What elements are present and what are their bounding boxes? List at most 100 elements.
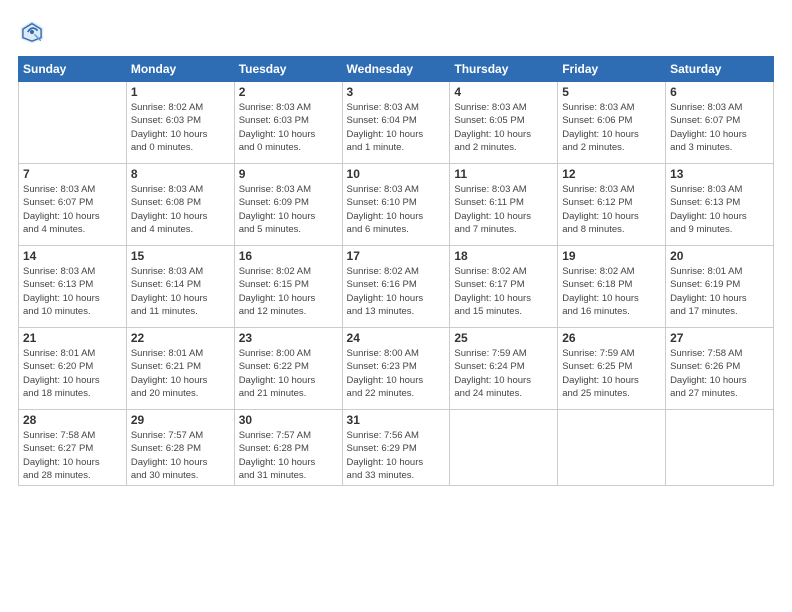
cell-info: Sunrise: 8:03 AMSunset: 6:03 PMDaylight:… — [239, 101, 338, 154]
cell-info: Sunrise: 7:59 AMSunset: 6:25 PMDaylight:… — [562, 347, 661, 400]
day-number: 8 — [131, 167, 230, 181]
day-number: 4 — [454, 85, 553, 99]
day-number: 20 — [670, 249, 769, 263]
weekday-row: SundayMondayTuesdayWednesdayThursdayFrid… — [19, 57, 774, 82]
day-number: 14 — [23, 249, 122, 263]
day-number: 11 — [454, 167, 553, 181]
cell-info: Sunrise: 8:03 AMSunset: 6:10 PMDaylight:… — [347, 183, 446, 236]
cell-info: Sunrise: 7:59 AMSunset: 6:24 PMDaylight:… — [454, 347, 553, 400]
day-number: 13 — [670, 167, 769, 181]
calendar-week-3: 14Sunrise: 8:03 AMSunset: 6:13 PMDayligh… — [19, 246, 774, 328]
calendar-cell: 24 Sunrise: 8:00 AMSunset: 6:23 PMDayligh… — [342, 328, 450, 410]
calendar-week-2: 7Sunrise: 8:03 AMSunset: 6:07 PMDaylight… — [19, 164, 774, 246]
day-number: 2 — [239, 85, 338, 99]
calendar-cell: 11 Sunrise: 8:03 AMSunset: 6:11 PMDayligh… — [450, 164, 558, 246]
cell-info: Sunrise: 8:02 AMSunset: 6:16 PMDaylight:… — [347, 265, 446, 318]
calendar-cell: 10 Sunrise: 8:03 AMSunset: 6:10 PMDayligh… — [342, 164, 450, 246]
day-number: 24 — [347, 331, 446, 345]
day-number: 10 — [347, 167, 446, 181]
calendar-cell: 4 Sunrise: 8:03 AMSunset: 6:05 PMDaylight… — [450, 82, 558, 164]
cell-info: Sunrise: 8:00 AMSunset: 6:23 PMDaylight:… — [347, 347, 446, 400]
day-number: 1 — [131, 85, 230, 99]
cell-info: Sunrise: 8:03 AMSunset: 6:11 PMDaylight:… — [454, 183, 553, 236]
calendar-cell: 25Sunrise: 7:59 AMSunset: 6:24 PMDayligh… — [450, 328, 558, 410]
calendar-body: 1 Sunrise: 8:02 AMSunset: 6:03 PMDaylight… — [19, 82, 774, 486]
calendar-cell: 22 Sunrise: 8:01 AMSunset: 6:21 PMDayligh… — [126, 328, 234, 410]
cell-info: Sunrise: 8:02 AMSunset: 6:17 PMDaylight:… — [454, 265, 553, 318]
day-number: 30 — [239, 413, 338, 427]
calendar-cell: 7Sunrise: 8:03 AMSunset: 6:07 PMDaylight… — [19, 164, 127, 246]
cell-info: Sunrise: 8:03 AMSunset: 6:05 PMDaylight:… — [454, 101, 553, 154]
cell-info: Sunrise: 7:57 AMSunset: 6:28 PMDaylight:… — [239, 429, 338, 482]
weekday-header-thursday: Thursday — [450, 57, 558, 82]
day-number: 22 — [131, 331, 230, 345]
cell-info: Sunrise: 8:02 AMSunset: 6:15 PMDaylight:… — [239, 265, 338, 318]
calendar-cell: 8 Sunrise: 8:03 AMSunset: 6:08 PMDaylight… — [126, 164, 234, 246]
calendar-cell: 30 Sunrise: 7:57 AMSunset: 6:28 PMDayligh… — [234, 410, 342, 486]
cell-info: Sunrise: 7:57 AMSunset: 6:28 PMDaylight:… — [131, 429, 230, 482]
cell-info: Sunrise: 8:03 AMSunset: 6:06 PMDaylight:… — [562, 101, 661, 154]
calendar-cell: 9Sunrise: 8:03 AMSunset: 6:09 PMDaylight… — [234, 164, 342, 246]
calendar-cell: 23 Sunrise: 8:00 AMSunset: 6:22 PMDayligh… — [234, 328, 342, 410]
calendar-cell — [19, 82, 127, 164]
weekday-header-tuesday: Tuesday — [234, 57, 342, 82]
cell-info: Sunrise: 8:01 AMSunset: 6:19 PMDaylight:… — [670, 265, 769, 318]
weekday-header-friday: Friday — [558, 57, 666, 82]
weekday-header-wednesday: Wednesday — [342, 57, 450, 82]
calendar-cell: 31 Sunrise: 7:56 AMSunset: 6:29 PMDayligh… — [342, 410, 450, 486]
calendar-cell: 2 Sunrise: 8:03 AMSunset: 6:03 PMDaylight… — [234, 82, 342, 164]
cell-info: Sunrise: 8:02 AMSunset: 6:18 PMDaylight:… — [562, 265, 661, 318]
calendar-cell: 29Sunrise: 7:57 AMSunset: 6:28 PMDayligh… — [126, 410, 234, 486]
calendar-cell: 20 Sunrise: 8:01 AMSunset: 6:19 PMDayligh… — [666, 246, 774, 328]
cell-info: Sunrise: 8:03 AMSunset: 6:04 PMDaylight:… — [347, 101, 446, 154]
calendar-cell: 26 Sunrise: 7:59 AMSunset: 6:25 PMDayligh… — [558, 328, 666, 410]
day-number: 21 — [23, 331, 122, 345]
day-number: 19 — [562, 249, 661, 263]
day-number: 6 — [670, 85, 769, 99]
calendar-cell: 12 Sunrise: 8:03 AMSunset: 6:12 PMDayligh… — [558, 164, 666, 246]
calendar-cell: 18 Sunrise: 8:02 AMSunset: 6:17 PMDayligh… — [450, 246, 558, 328]
day-number: 16 — [239, 249, 338, 263]
day-number: 17 — [347, 249, 446, 263]
logo — [18, 18, 50, 46]
day-number: 15 — [131, 249, 230, 263]
cell-info: Sunrise: 8:03 AMSunset: 6:08 PMDaylight:… — [131, 183, 230, 236]
calendar-cell: 6 Sunrise: 8:03 AMSunset: 6:07 PMDaylight… — [666, 82, 774, 164]
calendar-cell: 13 Sunrise: 8:03 AMSunset: 6:13 PMDayligh… — [666, 164, 774, 246]
calendar-table: SundayMondayTuesdayWednesdayThursdayFrid… — [18, 56, 774, 486]
logo-icon — [18, 18, 46, 46]
day-number: 12 — [562, 167, 661, 181]
calendar-cell: 16 Sunrise: 8:02 AMSunset: 6:15 PMDayligh… — [234, 246, 342, 328]
cell-info: Sunrise: 8:03 AMSunset: 6:07 PMDaylight:… — [670, 101, 769, 154]
cell-info: Sunrise: 7:56 AMSunset: 6:29 PMDaylight:… — [347, 429, 446, 482]
cell-info: Sunrise: 7:58 AMSunset: 6:27 PMDaylight:… — [23, 429, 122, 482]
page: SundayMondayTuesdayWednesdayThursdayFrid… — [0, 0, 792, 496]
calendar-cell: 27 Sunrise: 7:58 AMSunset: 6:26 PMDayligh… — [666, 328, 774, 410]
day-number: 5 — [562, 85, 661, 99]
calendar-cell: 1 Sunrise: 8:02 AMSunset: 6:03 PMDaylight… — [126, 82, 234, 164]
cell-info: Sunrise: 8:00 AMSunset: 6:22 PMDaylight:… — [239, 347, 338, 400]
calendar-header: SundayMondayTuesdayWednesdayThursdayFrid… — [19, 57, 774, 82]
day-number: 23 — [239, 331, 338, 345]
cell-info: Sunrise: 8:03 AMSunset: 6:09 PMDaylight:… — [239, 183, 338, 236]
calendar-week-1: 1 Sunrise: 8:02 AMSunset: 6:03 PMDaylight… — [19, 82, 774, 164]
calendar-week-4: 21 Sunrise: 8:01 AMSunset: 6:20 PMDayligh… — [19, 328, 774, 410]
cell-info: Sunrise: 8:03 AMSunset: 6:12 PMDaylight:… — [562, 183, 661, 236]
cell-info: Sunrise: 8:03 AMSunset: 6:13 PMDaylight:… — [670, 183, 769, 236]
weekday-header-sunday: Sunday — [19, 57, 127, 82]
cell-info: Sunrise: 7:58 AMSunset: 6:26 PMDaylight:… — [670, 347, 769, 400]
day-number: 26 — [562, 331, 661, 345]
day-number: 31 — [347, 413, 446, 427]
calendar-cell: 19 Sunrise: 8:02 AMSunset: 6:18 PMDayligh… — [558, 246, 666, 328]
day-number: 3 — [347, 85, 446, 99]
day-number: 18 — [454, 249, 553, 263]
day-number: 27 — [670, 331, 769, 345]
cell-info: Sunrise: 8:02 AMSunset: 6:03 PMDaylight:… — [131, 101, 230, 154]
calendar-cell — [666, 410, 774, 486]
weekday-header-saturday: Saturday — [666, 57, 774, 82]
cell-info: Sunrise: 8:01 AMSunset: 6:20 PMDaylight:… — [23, 347, 122, 400]
calendar-cell: 17 Sunrise: 8:02 AMSunset: 6:16 PMDayligh… — [342, 246, 450, 328]
cell-info: Sunrise: 8:01 AMSunset: 6:21 PMDaylight:… — [131, 347, 230, 400]
weekday-header-monday: Monday — [126, 57, 234, 82]
header — [18, 18, 774, 46]
